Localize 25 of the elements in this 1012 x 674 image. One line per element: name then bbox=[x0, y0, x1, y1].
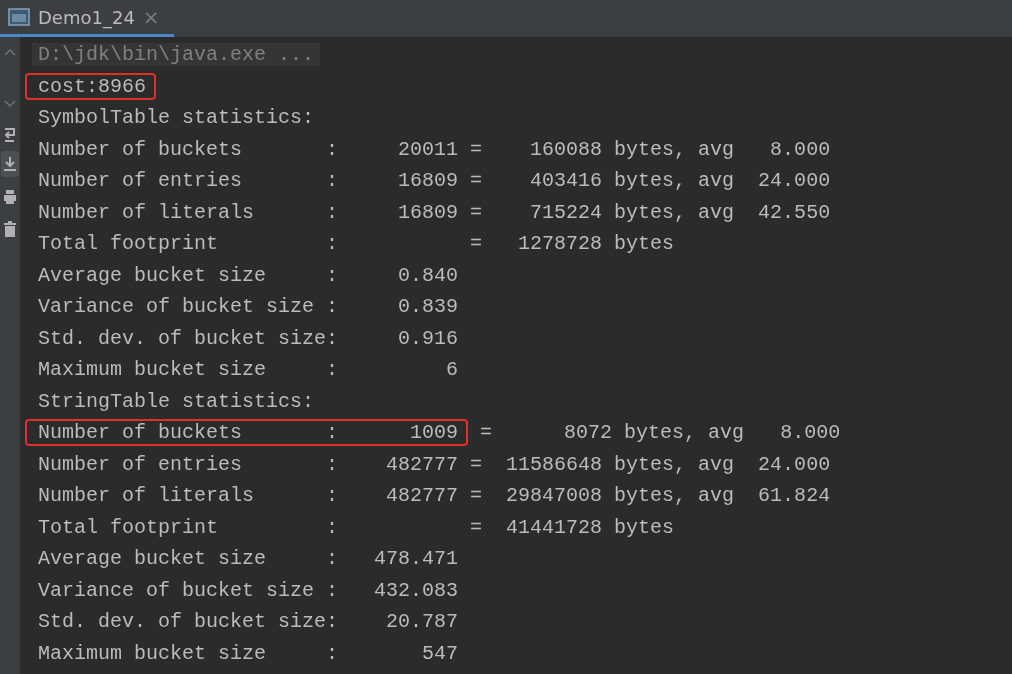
tab-title: Demo1_24 bbox=[38, 6, 135, 28]
console-line: Variance of bucket size : 0.839 bbox=[37, 295, 459, 319]
console-line: Average bucket size : 0.840 bbox=[37, 263, 459, 287]
console-line: = 8072 bytes, avg 8.000 bbox=[479, 421, 841, 445]
print-icon[interactable] bbox=[3, 189, 17, 205]
console-line: Number of literals : 482777 = 29847008 bytes, avg 61.824 bbox=[37, 484, 831, 508]
console-line: Total footprint : = 41441728 bytes bbox=[37, 515, 675, 539]
console-line: Number of literals : 16809 = 715224 bytes, avg 42.550 bbox=[37, 200, 831, 224]
console-line: Average bucket size : 478.471 bbox=[37, 547, 459, 571]
window-icon bbox=[8, 8, 30, 26]
console-line: SymbolTable statistics: bbox=[37, 106, 315, 130]
console-line: StringTable statistics: bbox=[37, 389, 315, 413]
console-line: Maximum bucket size : 6 bbox=[37, 358, 459, 382]
download-arrow-icon bbox=[3, 156, 17, 172]
scroll-to-end-button[interactable] bbox=[1, 151, 19, 177]
wrap-icon[interactable] bbox=[3, 127, 17, 143]
console-line: Std. dev. of bucket size: 20.787 bbox=[37, 610, 459, 634]
console-line: Number of entries : 16809 = 403416 bytes, avg 24.000 bbox=[37, 169, 831, 193]
console-line: Variance of bucket size : 432.083 bbox=[37, 578, 459, 602]
console-line: Number of entries : 482777 = 11586648 bytes, avg 24.000 bbox=[37, 452, 831, 476]
console-line: Total footprint : = 1278728 bytes bbox=[37, 232, 675, 256]
console-line: Maximum bucket size : 547 bbox=[37, 641, 459, 665]
trash-icon[interactable] bbox=[3, 221, 17, 237]
console-line: Number of buckets : 20011 = 160088 bytes, avg 8.000 bbox=[37, 137, 831, 161]
console-line: Std. dev. of bucket size: 0.916 bbox=[37, 326, 459, 350]
